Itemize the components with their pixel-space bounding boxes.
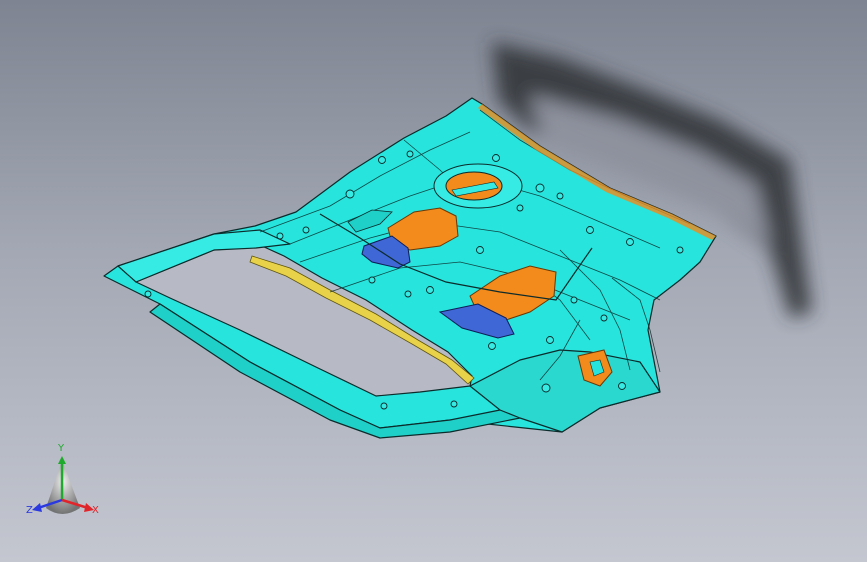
view-orientation-triad[interactable]: Y X Z xyxy=(24,444,104,526)
triad-y-label: Y xyxy=(58,443,65,454)
triad-z-label: Z xyxy=(26,505,33,516)
graphics-viewport[interactable]: Y X Z xyxy=(0,0,867,562)
speaker-opening xyxy=(433,163,523,209)
triad-x-label: X xyxy=(92,505,99,516)
part-model[interactable] xyxy=(0,0,867,562)
